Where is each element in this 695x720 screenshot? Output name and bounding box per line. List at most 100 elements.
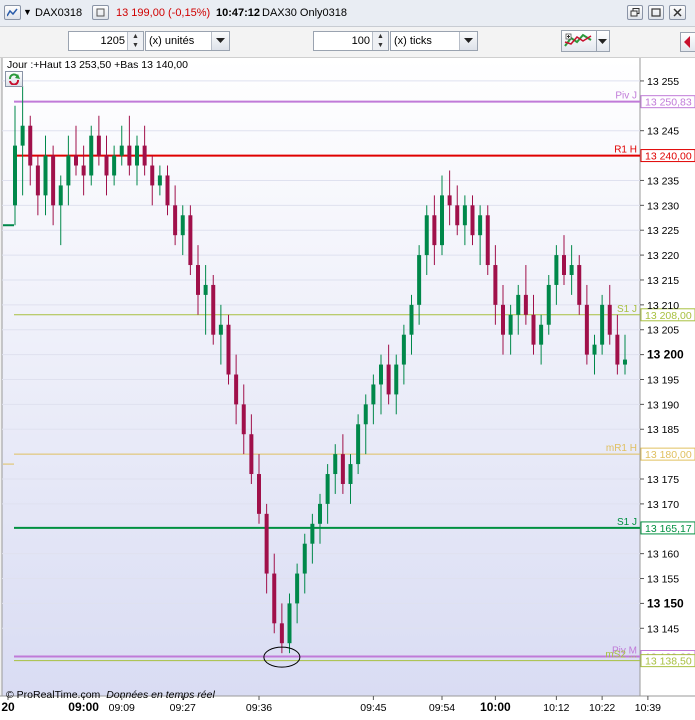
candle-body bbox=[112, 155, 117, 176]
candle-body bbox=[188, 215, 193, 266]
candle-body bbox=[74, 155, 78, 166]
candle-body bbox=[310, 523, 315, 544]
y-tick-label: 13 215 bbox=[647, 275, 679, 287]
candle-body bbox=[58, 185, 63, 206]
realtime-text: Données en temps réel bbox=[106, 689, 215, 701]
chart-header-text: Jour :+Haut 13 253,50 +Bas 13 140,00 bbox=[7, 59, 188, 71]
chart-panel[interactable]: Piv J R1 H S1 JmR1 H S1 J Piv MmS2 ... 13 25… bbox=[0, 58, 695, 720]
toggle-button[interactable] bbox=[92, 5, 109, 20]
y-tick-label: 13 210 bbox=[647, 300, 679, 312]
ticks-input[interactable] bbox=[314, 32, 372, 50]
units-stepper[interactable]: ▲ ▼ bbox=[68, 31, 144, 51]
candle-body bbox=[66, 155, 71, 186]
candle-body bbox=[287, 603, 292, 644]
y-tick-label: 13 255 bbox=[647, 76, 679, 88]
candle-body bbox=[173, 205, 178, 236]
ticks-stepper[interactable]: ▲ ▼ bbox=[313, 31, 389, 51]
y-tick-label: 13 190 bbox=[647, 399, 679, 411]
candle-body bbox=[554, 255, 559, 285]
candle-body bbox=[363, 404, 368, 425]
level-price-label: 13 180,00 bbox=[645, 449, 692, 461]
candle-body bbox=[577, 265, 582, 305]
units-select-label: (x) unités bbox=[149, 35, 195, 47]
candle-body bbox=[592, 344, 597, 355]
units-stepper-arrows[interactable]: ▲ ▼ bbox=[127, 32, 143, 50]
candle-body bbox=[43, 155, 48, 196]
chevron-down-icon[interactable] bbox=[459, 32, 477, 50]
candle-body bbox=[135, 145, 139, 166]
units-input[interactable] bbox=[69, 32, 127, 50]
price-chart[interactable]: Piv JR1 HS1 JmR1 HS1 JPiv MmS2 ... 13 25… bbox=[0, 58, 695, 720]
candle-body bbox=[394, 364, 399, 395]
maximize-window-button[interactable] bbox=[648, 5, 664, 20]
candle-body bbox=[302, 543, 307, 574]
candle-body bbox=[432, 215, 437, 246]
down-arrow-icon[interactable]: ▼ bbox=[128, 41, 143, 50]
x-tick-label: 10:39 bbox=[635, 702, 661, 714]
candle-body bbox=[340, 454, 345, 484]
indicators-dropdown-button[interactable] bbox=[597, 30, 610, 52]
x-tick-label: 09:45 bbox=[360, 702, 386, 714]
candle-body bbox=[249, 434, 254, 475]
y-tick-label: 13 245 bbox=[647, 126, 679, 138]
candle-body bbox=[241, 404, 246, 435]
candle-body bbox=[13, 145, 17, 206]
level-name-label: R1 H bbox=[614, 145, 637, 156]
units-select[interactable]: (x) unités bbox=[145, 31, 230, 51]
x-tick-label: 10:22 bbox=[589, 702, 615, 714]
ticks-select[interactable]: (x) ticks bbox=[390, 31, 478, 51]
candle-body bbox=[196, 265, 200, 295]
dropdown-chevron-icon[interactable]: ▼ bbox=[23, 7, 32, 17]
up-arrow-icon[interactable]: ▲ bbox=[128, 32, 143, 41]
y-tick-label: 13 170 bbox=[647, 499, 679, 511]
candle-body bbox=[325, 474, 330, 504]
price-change: 13 199,00 (-0,15%) bbox=[116, 7, 211, 19]
x-tick-label: 09:00 bbox=[68, 700, 99, 714]
candle-body bbox=[295, 573, 300, 604]
up-arrow-icon[interactable]: ▲ bbox=[373, 32, 388, 41]
x-tick-label: 10:12 bbox=[543, 702, 569, 714]
close-icon bbox=[673, 8, 682, 17]
candle-body bbox=[371, 384, 376, 405]
chevron-down-icon[interactable] bbox=[211, 32, 229, 50]
candle-body bbox=[356, 424, 361, 465]
candle-body bbox=[447, 195, 452, 206]
candle-body bbox=[546, 284, 551, 325]
candle-body bbox=[516, 294, 521, 315]
indicators-button[interactable] bbox=[561, 30, 597, 52]
chart-icon bbox=[7, 8, 18, 17]
candle-body bbox=[531, 314, 536, 345]
candle-body bbox=[569, 265, 574, 275]
candle-body bbox=[409, 304, 414, 335]
candle-body bbox=[501, 304, 505, 335]
candle-body bbox=[264, 513, 269, 574]
side-panel-toggle[interactable] bbox=[680, 32, 695, 52]
level-name-label: S1 J bbox=[617, 304, 637, 315]
window-menu-button[interactable] bbox=[4, 5, 21, 20]
square-icon bbox=[96, 8, 105, 17]
candle-body bbox=[20, 125, 25, 146]
ticks-stepper-arrows[interactable]: ▲ ▼ bbox=[372, 32, 388, 50]
candle-body bbox=[81, 165, 86, 176]
refresh-button[interactable] bbox=[5, 71, 23, 87]
candle-body bbox=[89, 135, 94, 176]
close-window-button[interactable] bbox=[669, 5, 686, 20]
candle-body bbox=[493, 265, 498, 305]
candle-body bbox=[157, 175, 162, 186]
restore-window-button[interactable] bbox=[627, 5, 643, 20]
candle-body bbox=[218, 324, 223, 335]
candle-body bbox=[470, 205, 475, 236]
level-price-label: 13 250,83 bbox=[645, 97, 692, 109]
window-title-bar: ▼ DAX0318 13 199,00 (-0,15%) 10:47:12 DA… bbox=[0, 0, 695, 27]
y-tick-label: 13 155 bbox=[647, 574, 679, 586]
level-name-label: mR1 H bbox=[606, 443, 637, 454]
down-arrow-icon[interactable]: ▼ bbox=[373, 41, 388, 50]
candle-body bbox=[165, 175, 170, 206]
x-tick-label: 09:09 bbox=[109, 702, 135, 714]
candle-body bbox=[127, 145, 132, 166]
candle-body bbox=[523, 294, 528, 315]
level-price-label: 13 165,17 bbox=[645, 523, 692, 535]
candle-body bbox=[211, 284, 216, 335]
candle-body bbox=[234, 374, 239, 405]
x-tick-label: 09:27 bbox=[170, 702, 196, 714]
